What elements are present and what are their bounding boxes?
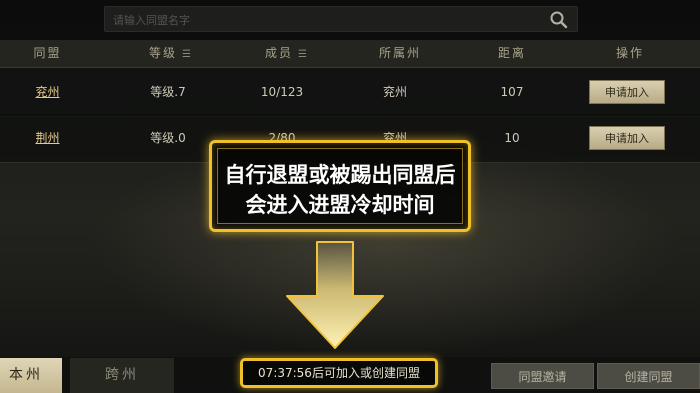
column-header-members[interactable]: 成员 ☰: [236, 40, 336, 67]
alliance-name-link[interactable]: 荆州: [0, 114, 95, 162]
table-header: 同盟 等级 ☰ 成员 ☰ 所属州 距离 操作: [0, 40, 700, 68]
tooltip-line-2: 会进入进盟冷却时间: [245, 193, 435, 217]
tab-cross-state[interactable]: 跨州: [70, 358, 174, 393]
alliance-state: 兖州: [382, 85, 407, 99]
column-header-action: 操作: [615, 46, 644, 60]
tooltip-line-1: 自行退盟或被踢出同盟后: [224, 163, 456, 187]
alliance-distance: 10: [504, 131, 520, 145]
create-alliance-button[interactable]: 创建同盟: [597, 363, 700, 389]
column-header-distance: 距离: [497, 46, 526, 60]
alliance-invite-button[interactable]: 同盟邀请: [491, 363, 594, 389]
cooldown-tooltip: 自行退盟或被踢出同盟后 会进入进盟冷却时间: [209, 140, 471, 232]
sort-icon[interactable]: ☰: [182, 41, 191, 68]
alliance-distance: 107: [500, 85, 524, 99]
search-icon[interactable]: [549, 10, 569, 30]
alliance-members: 10/123: [260, 85, 304, 99]
arrow-down-icon: [286, 241, 384, 349]
apply-join-button[interactable]: 申请加入: [589, 80, 665, 104]
column-header-alliance: 同盟: [33, 46, 62, 60]
column-header-level[interactable]: 等级 ☰: [120, 40, 220, 67]
cooldown-timer: 07:37:56后可加入或创建同盟: [240, 358, 438, 388]
alliance-name-link[interactable]: 兖州: [0, 68, 95, 116]
alliance-level: 等级.0: [150, 131, 186, 145]
search-box[interactable]: [104, 6, 578, 32]
alliance-level: 等级.7: [150, 85, 186, 99]
tab-home-state[interactable]: 本州: [0, 358, 62, 393]
table-row: 兖州 等级.7 10/123 兖州 107 申请加入: [0, 68, 700, 117]
apply-join-button[interactable]: 申请加入: [589, 126, 665, 150]
column-header-state: 所属州: [378, 46, 421, 60]
search-input[interactable]: [111, 9, 545, 31]
top-bar: [0, 0, 700, 40]
sort-icon[interactable]: ☰: [298, 41, 307, 68]
